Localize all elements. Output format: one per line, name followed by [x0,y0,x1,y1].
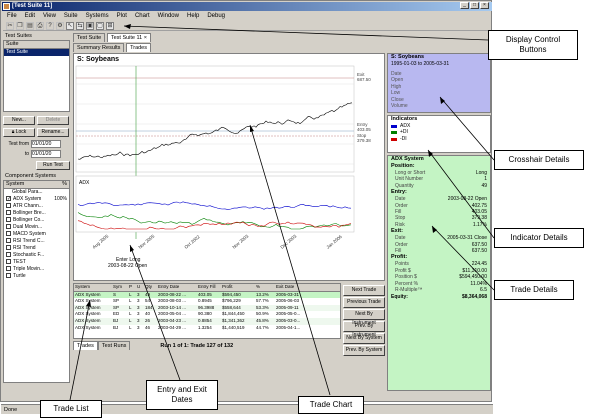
callout-trade-chart: Trade Chart [298,396,364,414]
leader-trade-chart [249,124,331,396]
arrowhead-entry-exit [130,245,134,252]
leader-crosshair [439,96,495,161]
leader-entry-exit [129,244,181,381]
leader-trade-details [431,225,495,291]
callout-trade-list: Trade List [40,400,102,418]
callout-crosshair: Crosshair Details [494,150,584,170]
callout-display-control: Display Control Buttons [488,30,578,60]
callout-lines [69,24,495,401]
leader-display-control [123,25,489,41]
leader-trade-list [69,299,91,401]
callout-entry-exit: Entry and Exit Dates [146,380,218,410]
arrowhead-display-control [124,24,131,29]
callout-trade-details: Trade Details [494,280,574,300]
arrowhead-trade-details [432,226,437,233]
arrowhead-trade-list [86,300,91,307]
callout-indicator: Indicator Details [494,228,584,248]
leader-indicator [427,149,495,239]
arrowhead-trade-chart [250,125,254,132]
arrowhead-crosshair [440,97,445,104]
